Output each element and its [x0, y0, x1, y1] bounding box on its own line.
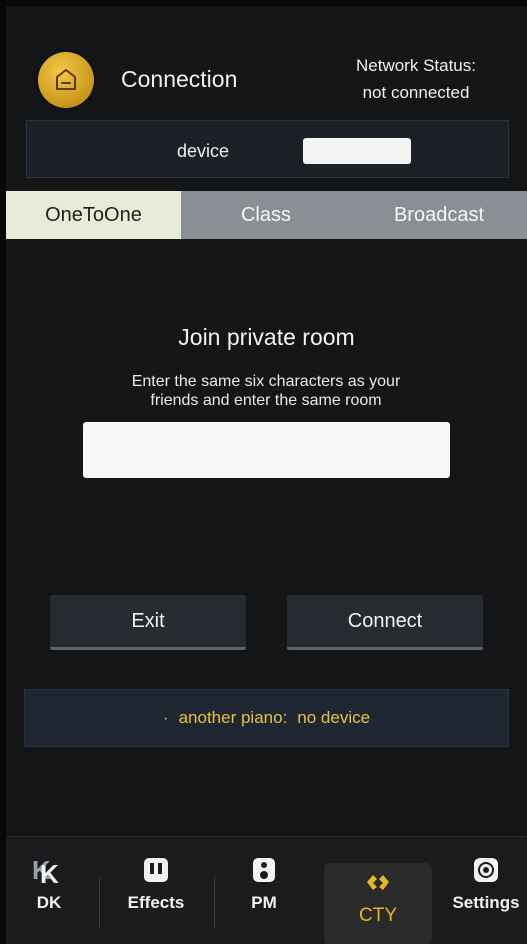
page-title: Connection [121, 66, 238, 92]
tab-onetoone[interactable]: OneToOne [6, 191, 181, 239]
mode-tabs: OneToOne Class Broadcast [6, 191, 527, 239]
nav-dk-label: DK [36, 893, 62, 912]
pm-icon [251, 851, 277, 889]
status-label: another piano: [178, 708, 288, 727]
join-room-heading: Join private room [178, 324, 355, 350]
another-piano-status: · another piano: no device [24, 689, 509, 747]
effects-icon [142, 851, 170, 889]
status-value: no device [297, 708, 371, 727]
exit-button[interactable]: Exit [50, 595, 246, 650]
home-icon [56, 69, 76, 90]
device-field[interactable] [303, 138, 411, 164]
network-status-value: not connected [362, 83, 470, 102]
nav-pm-label: PM [251, 893, 277, 912]
cty-icon [364, 863, 392, 901]
screen: Connection Network Status: not connected… [6, 6, 527, 944]
nav-effects-label: Effects [127, 893, 185, 912]
nav-settings[interactable]: Settings [446, 851, 526, 939]
description-line-2: friends and enter the same room [150, 392, 382, 409]
svg-text:K: K [40, 859, 59, 885]
settings-icon [472, 851, 500, 889]
network-status-label: Network Status: [356, 56, 476, 75]
description-line-1: Enter the same six characters as your [131, 373, 401, 390]
device-label: device [177, 141, 230, 161]
nav-cty[interactable]: CTY [324, 863, 432, 944]
bottom-nav: K K DK Effects PM CTY Settings [6, 836, 527, 944]
join-room-description: Enter the same six characters as your fr… [96, 372, 436, 410]
home-button[interactable] [38, 52, 94, 108]
nav-effects[interactable]: Effects [116, 851, 196, 939]
nav-settings-label: Settings [452, 893, 520, 912]
connect-button[interactable]: Connect [287, 595, 483, 650]
dk-logo-icon: K K [32, 851, 66, 889]
tab-broadcast[interactable]: Broadcast [351, 191, 527, 239]
status-bullet: · [162, 708, 169, 727]
nav-pm[interactable]: PM [234, 851, 294, 939]
device-bar: device [26, 120, 509, 178]
nav-cty-label: CTY [359, 905, 397, 926]
room-code-input[interactable] [83, 422, 450, 478]
tab-class[interactable]: Class [181, 191, 351, 239]
network-status: Network Status: not connected [326, 52, 506, 106]
nav-dk[interactable]: K K DK [20, 851, 78, 939]
